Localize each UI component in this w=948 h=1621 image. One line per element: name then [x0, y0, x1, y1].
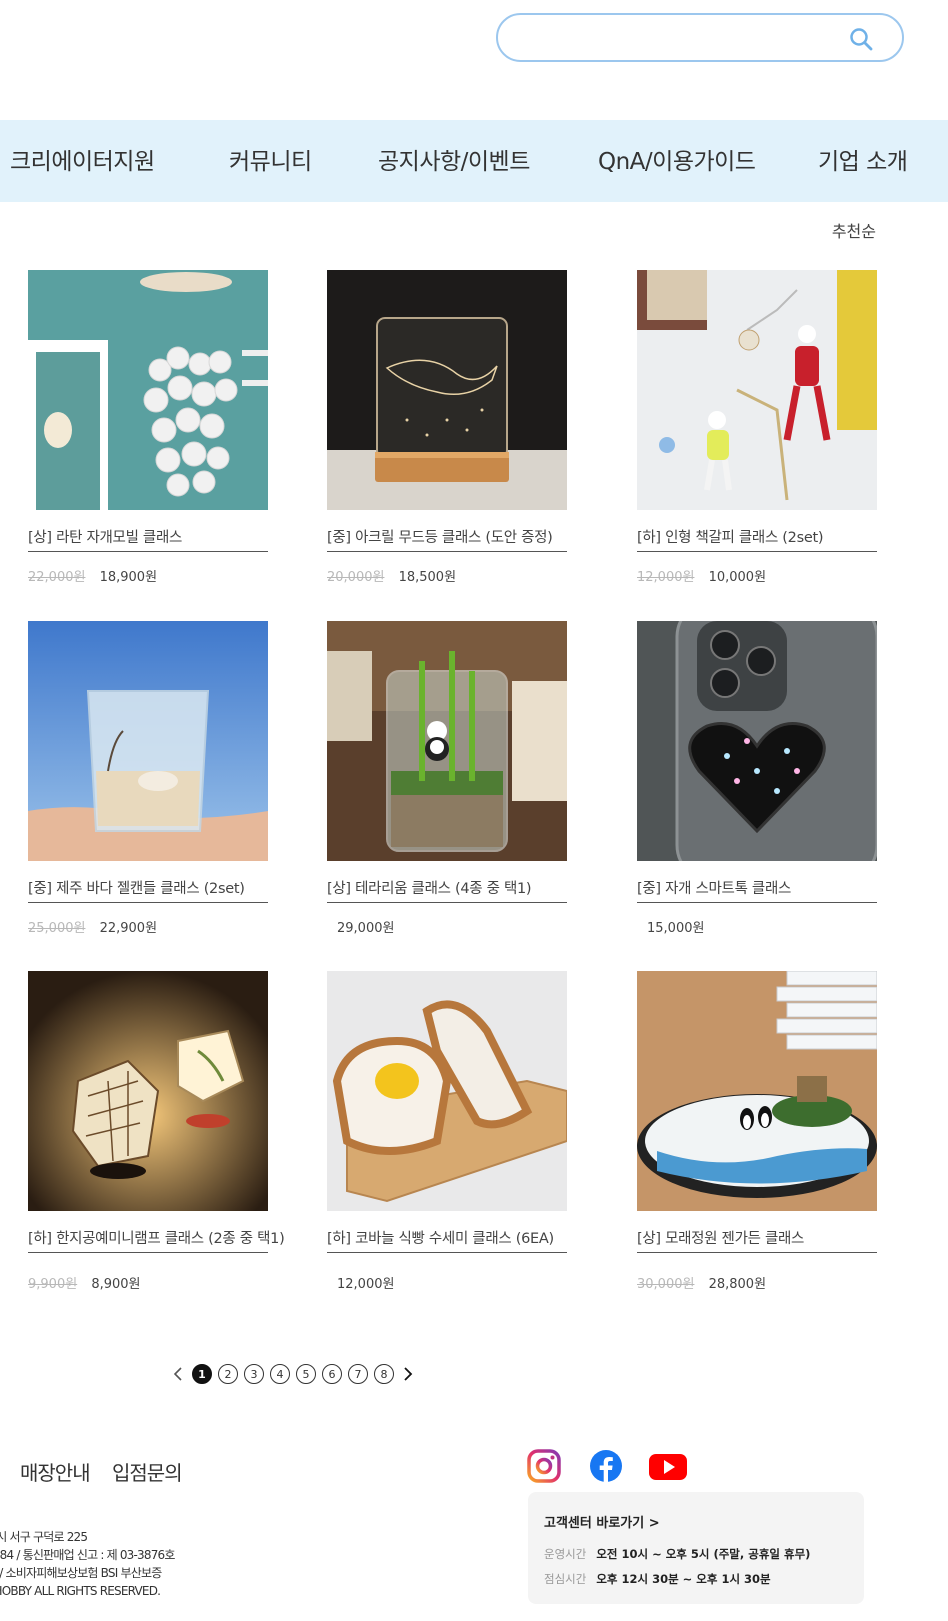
chevron-left-icon — [173, 1367, 182, 1381]
sale-price: 8,900원 — [91, 1277, 141, 1292]
nav-item-about[interactable]: 기업 소개 — [818, 142, 908, 176]
original-price: 12,000원 — [637, 570, 695, 585]
price-row: 12,000원 10,000원 — [637, 566, 766, 585]
product-image-crochet-scrubber[interactable] — [327, 971, 567, 1211]
divider — [28, 902, 268, 903]
divider — [28, 551, 268, 552]
nav-item-notice-event[interactable]: 공지사항/이벤트 — [378, 142, 530, 176]
price-row: 9,900원 8,900원 — [28, 1273, 141, 1292]
divider — [637, 902, 877, 903]
page-6-button[interactable]: 6 — [322, 1364, 342, 1384]
divider — [327, 551, 567, 552]
product-image-hanji-lamp[interactable] — [28, 971, 268, 1211]
price-row: 30,000원 28,800원 — [637, 1273, 766, 1292]
product-image-terrarium[interactable] — [327, 621, 567, 861]
sort-dropdown[interactable]: 추천순 — [832, 218, 876, 242]
price-row: 20,000원 18,500원 — [327, 566, 456, 585]
divider — [28, 1252, 268, 1253]
consumer-protection: 인 / 소비자피해보상보험 BSI 부산보증 — [0, 1566, 162, 1580]
product-image-rattan-mobile[interactable] — [28, 270, 268, 510]
sale-price: 18,900원 — [99, 570, 158, 585]
nav-item-creator-support[interactable]: 크리에이터지원 — [10, 142, 155, 176]
sale-price: 22,900원 — [99, 921, 158, 936]
business-registration: 7384 / 통신판매업 신고 : 제 03-3876호 — [0, 1548, 175, 1562]
price-row: 15,000원 — [637, 917, 704, 936]
search-input[interactable] — [496, 13, 904, 62]
instagram-icon — [527, 1449, 561, 1483]
lunch-hours-label: 점심시간 — [544, 1572, 587, 1586]
main-nav: 크리에이터지원 커뮤니티 공지사항/이벤트 QnA/이용가이드 기업 소개 — [0, 120, 948, 202]
original-price: 22,000원 — [28, 570, 86, 585]
sale-price: 12,000원 — [337, 1277, 395, 1292]
divider — [327, 1252, 567, 1253]
facebook-icon — [590, 1450, 622, 1482]
page-3-button[interactable]: 3 — [244, 1364, 264, 1384]
divider — [327, 902, 567, 903]
original-price: 25,000원 — [28, 921, 86, 936]
divider — [637, 1252, 877, 1253]
lunch-hours-value: 오후 12시 30분 ~ 오후 1시 30분 — [596, 1572, 771, 1586]
product-title[interactable]: [중] 자개 스마트톡 클래스 — [637, 877, 791, 898]
product-image-zen-garden[interactable] — [637, 971, 877, 1211]
customer-service-panel: 고객센터 바로가기 > 운영시간 오전 10시 ~ 오후 5시 (주말, 공휴일 … — [528, 1492, 864, 1604]
youtube-icon — [649, 1454, 687, 1480]
divider — [637, 551, 877, 552]
product-title[interactable]: [하] 코바늘 식빵 수세미 클래스 (6EA) — [327, 1227, 554, 1248]
search-icon[interactable] — [848, 26, 874, 52]
product-title[interactable]: [중] 아크릴 무드등 클래스 (도안 증정) — [327, 526, 553, 547]
page-4-button[interactable]: 4 — [270, 1364, 290, 1384]
footer-link-partnership[interactable]: 입점문의 — [112, 1457, 183, 1486]
product-title[interactable]: [하] 한지공예미니램프 클래스 (2종 중 택1) — [28, 1227, 285, 1248]
customer-service-link[interactable]: 고객센터 바로가기 > — [544, 1512, 660, 1531]
product-title[interactable]: [상] 모래정원 젠가든 클래스 — [637, 1227, 804, 1248]
product-title[interactable]: [상] 라탄 자개모빌 클래스 — [28, 526, 182, 547]
sale-price: 10,000원 — [708, 570, 767, 585]
page-8-button[interactable]: 8 — [374, 1364, 394, 1384]
youtube-link[interactable] — [648, 1449, 688, 1483]
facebook-link[interactable] — [589, 1449, 623, 1483]
product-title[interactable]: [상] 테라리움 클래스 (4종 중 택1) — [327, 877, 532, 898]
price-row: 29,000원 — [327, 917, 394, 936]
lunch-hours: 점심시간 오후 12시 30분 ~ 오후 1시 30분 — [544, 1571, 771, 1587]
company-address: 역시 서구 구덕로 225 — [0, 1530, 88, 1544]
footer-link-store-info[interactable]: 매장안내 — [20, 1457, 91, 1486]
original-price: 30,000원 — [637, 1277, 695, 1292]
original-price: 9,900원 — [28, 1277, 78, 1292]
pagination: 1 2 3 4 5 6 7 8 — [170, 1362, 416, 1386]
page-2-button[interactable]: 2 — [218, 1364, 238, 1384]
operating-hours-value: 오전 10시 ~ 오후 5시 (주말, 공휴일 휴무) — [596, 1547, 811, 1561]
sale-price: 28,800원 — [708, 1277, 767, 1292]
nav-item-qna-guide[interactable]: QnA/이용가이드 — [598, 142, 756, 176]
page-5-button[interactable]: 5 — [296, 1364, 316, 1384]
chevron-right-icon — [404, 1367, 413, 1381]
price-row: 25,000원 22,900원 — [28, 917, 157, 936]
product-image-doll-bookmark[interactable] — [637, 270, 877, 510]
product-title[interactable]: [중] 제주 바다 젤캔들 클래스 (2set) — [28, 877, 245, 898]
next-page-button[interactable] — [400, 1364, 416, 1384]
sale-price: 18,500원 — [398, 570, 457, 585]
page-7-button[interactable]: 7 — [348, 1364, 368, 1384]
nav-item-community[interactable]: 커뮤니티 — [229, 142, 312, 176]
operating-hours-label: 운영시간 — [544, 1547, 587, 1561]
product-image-smart-grip[interactable] — [637, 621, 877, 861]
sale-price: 15,000원 — [647, 921, 705, 936]
original-price: 20,000원 — [327, 570, 385, 585]
operating-hours: 운영시간 오전 10시 ~ 오후 5시 (주말, 공휴일 휴무) — [544, 1546, 810, 1562]
sale-price: 29,000원 — [337, 921, 395, 936]
instagram-link[interactable] — [527, 1449, 561, 1483]
product-title[interactable]: [하] 인형 책갈피 클래스 (2set) — [637, 526, 824, 547]
product-image-gel-candle[interactable] — [28, 621, 268, 861]
price-row: 12,000원 — [327, 1273, 394, 1292]
page-1-button[interactable]: 1 — [192, 1364, 212, 1384]
prev-page-button[interactable] — [170, 1364, 186, 1384]
price-row: 22,000원 18,900원 — [28, 566, 157, 585]
product-image-acrylic-lamp[interactable] — [327, 270, 567, 510]
copyright: RHOBBY ALL RIGHTS RESERVED. — [0, 1584, 161, 1598]
